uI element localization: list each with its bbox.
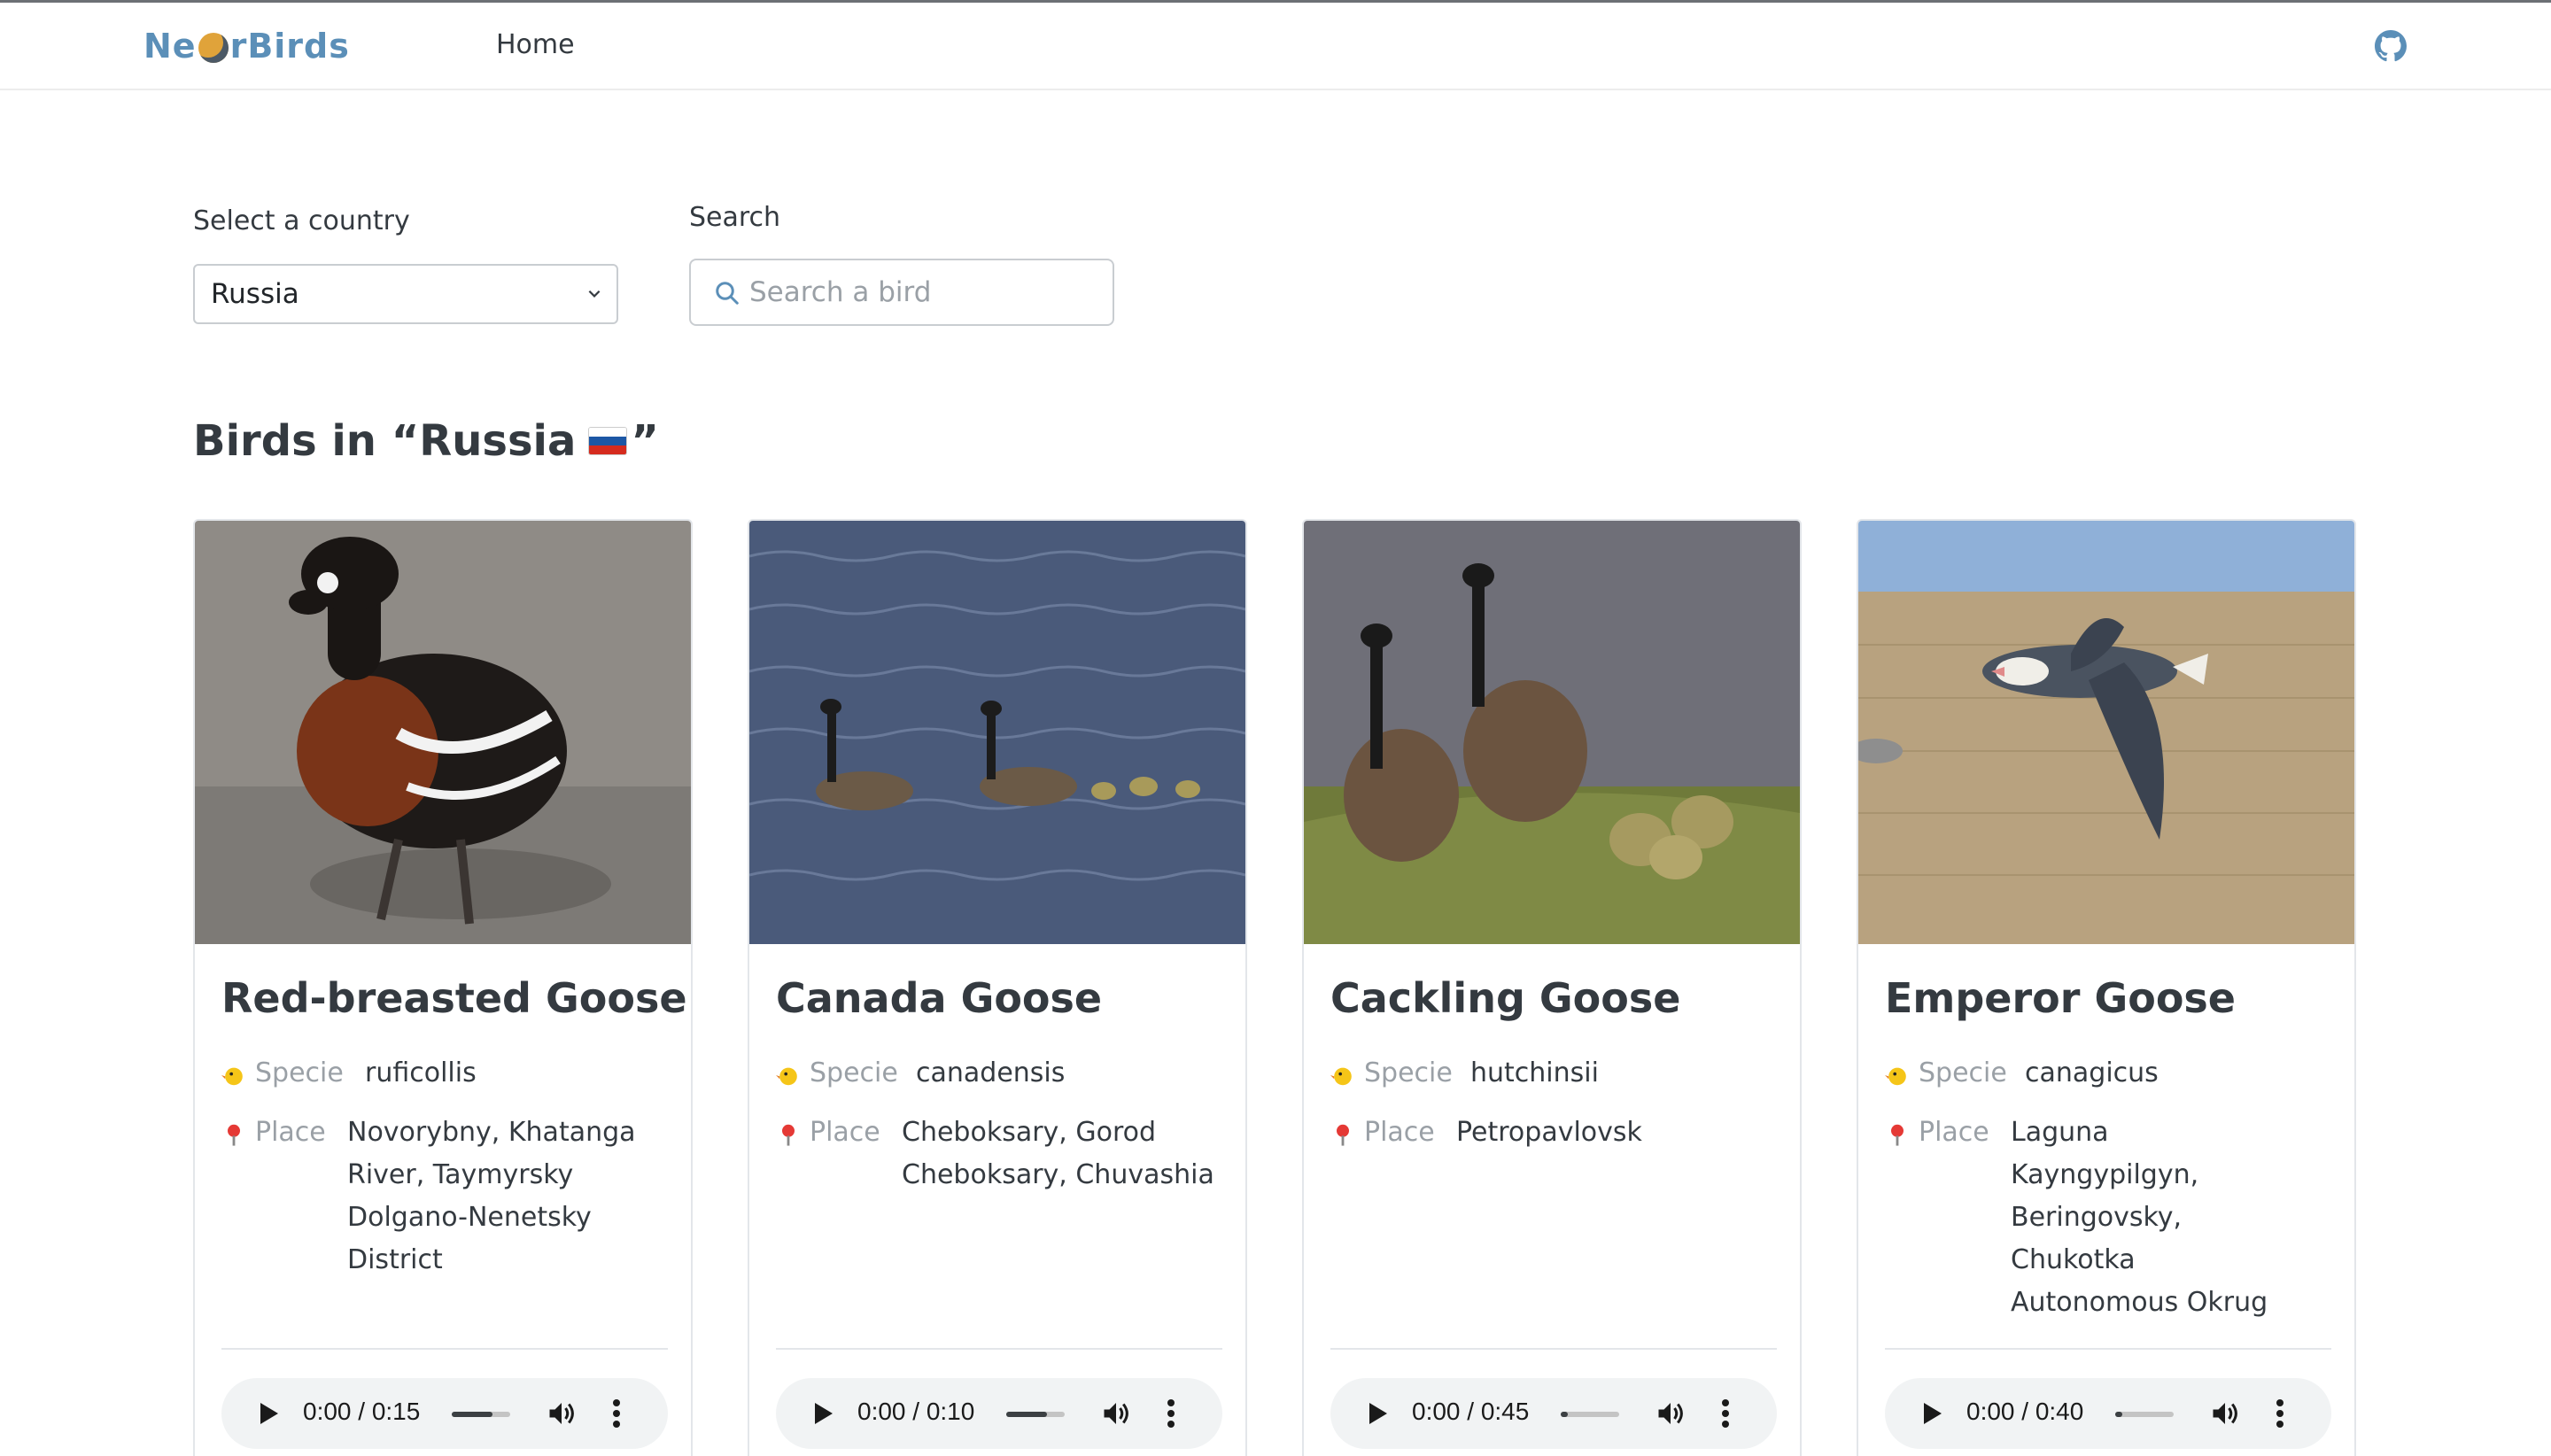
bird-name: Emperor Goose xyxy=(1885,974,2237,1022)
section-title-text: Birds in “Russia xyxy=(193,416,577,466)
logo-text-right: rBirds xyxy=(229,27,350,66)
place-row: Place Novorybny, Khatanga River, Taymyrs… xyxy=(221,1111,668,1282)
volume-slider[interactable] xyxy=(2115,1412,2174,1417)
bird-photo xyxy=(1858,521,2354,944)
bird-name: Cackling Goose xyxy=(1330,974,1681,1022)
chick-icon xyxy=(776,1067,797,1086)
place-value: Laguna Kayngypilgyn, Beringovsky, Chukot… xyxy=(2011,1117,2268,1318)
nav-home-link[interactable]: Home xyxy=(496,29,575,60)
volume-slider[interactable] xyxy=(1006,1412,1065,1417)
place-row: Place Laguna Kayngypilgyn, Beringovsky, … xyxy=(1885,1111,2331,1318)
volume-slider-fill xyxy=(1006,1412,1048,1417)
bird-photo xyxy=(195,521,691,944)
more-options-icon[interactable] xyxy=(2275,1398,2285,1429)
more-options-icon[interactable] xyxy=(1166,1398,1176,1429)
chick-icon xyxy=(221,1067,243,1086)
bird-photo xyxy=(1304,521,1800,944)
play-icon[interactable] xyxy=(259,1401,280,1426)
card-divider xyxy=(221,1348,668,1350)
specie-label: Specie xyxy=(1364,1057,1453,1088)
bird-photo xyxy=(749,521,1245,944)
specie-row: Specie canadensis xyxy=(776,1052,1222,1095)
specie-value: hutchinsii xyxy=(1470,1057,1599,1088)
volume-slider-fill xyxy=(1561,1412,1568,1417)
place-label: Place xyxy=(1919,1117,1989,1148)
specie-value: canadensis xyxy=(916,1057,1066,1088)
more-options-icon[interactable] xyxy=(611,1398,622,1429)
place-label: Place xyxy=(810,1117,880,1148)
specie-value: canagicus xyxy=(2025,1057,2159,1088)
chevron-down-icon xyxy=(588,290,601,298)
pin-icon xyxy=(228,1124,240,1146)
audio-player[interactable]: 0:00 / 0:10 xyxy=(776,1378,1222,1449)
pin-icon xyxy=(1337,1124,1349,1146)
logo-text-left: Ne xyxy=(143,27,197,66)
bird-logo-icon xyxy=(198,33,229,63)
github-icon[interactable] xyxy=(2375,30,2407,62)
bird-card: Canada Goose Specie canadensis Place Che… xyxy=(748,519,1247,1456)
place-value: Petropavlovsk xyxy=(1456,1117,1642,1148)
place-label: Place xyxy=(1364,1117,1435,1148)
place-value: Cheboksary, Gorod Cheboksary, Chuvashia xyxy=(902,1117,1214,1190)
specie-label: Specie xyxy=(255,1057,344,1088)
country-select-label: Select a country xyxy=(193,205,410,236)
volume-slider-fill xyxy=(452,1412,493,1417)
section-title-close-quote: ” xyxy=(631,416,659,466)
country-select-value: Russia xyxy=(211,278,299,310)
card-divider xyxy=(776,1348,1222,1350)
specie-label: Specie xyxy=(810,1057,898,1088)
section-title: Birds in “Russia ” xyxy=(193,416,659,466)
volume-icon[interactable] xyxy=(1100,1398,1132,1429)
specie-row: Specie canagicus xyxy=(1885,1052,2331,1095)
specie-row: Specie hutchinsii xyxy=(1330,1052,1777,1095)
specie-value: ruficollis xyxy=(365,1057,477,1088)
russia-flag-icon xyxy=(588,427,628,455)
search-icon xyxy=(716,282,739,305)
site-logo[interactable]: Ne rBirds xyxy=(143,24,350,68)
volume-icon[interactable] xyxy=(546,1398,578,1429)
volume-icon[interactable] xyxy=(1655,1398,1686,1429)
audio-time: 0:00 / 0:10 xyxy=(857,1398,975,1425)
bird-name: Red-breasted Goose xyxy=(221,974,687,1022)
place-value: Novorybny, Khatanga River, Taymyrsky Dol… xyxy=(347,1117,636,1275)
card-divider xyxy=(1330,1348,1777,1350)
bird-card: Red-breasted Goose Specie ruficollis Pla… xyxy=(193,519,693,1456)
audio-player[interactable]: 0:00 / 0:15 xyxy=(221,1378,668,1449)
card-divider xyxy=(1885,1348,2331,1350)
more-options-icon[interactable] xyxy=(1720,1398,1731,1429)
specie-label: Specie xyxy=(1919,1057,2007,1088)
audio-time: 0:00 / 0:45 xyxy=(1412,1398,1530,1425)
audio-player[interactable]: 0:00 / 0:45 xyxy=(1330,1378,1777,1449)
place-row: Place Cheboksary, Gorod Cheboksary, Chuv… xyxy=(776,1111,1222,1197)
volume-slider[interactable] xyxy=(452,1412,510,1417)
pin-icon xyxy=(1891,1124,1904,1146)
place-row: Place Petropavlovsk xyxy=(1330,1111,1777,1154)
search-input[interactable] xyxy=(749,260,1104,324)
bird-name: Canada Goose xyxy=(776,974,1103,1022)
place-label: Place xyxy=(255,1117,326,1148)
specie-row: Specie ruficollis xyxy=(221,1052,668,1095)
navbar: Ne rBirds Home xyxy=(0,3,2551,90)
audio-time: 0:00 / 0:40 xyxy=(1966,1398,2084,1425)
volume-slider-fill xyxy=(2115,1412,2122,1417)
bird-card: Emperor Goose Specie canagicus Place Lag… xyxy=(1857,519,2356,1456)
volume-slider[interactable] xyxy=(1561,1412,1619,1417)
chick-icon xyxy=(1330,1067,1352,1086)
audio-time: 0:00 / 0:15 xyxy=(303,1398,421,1425)
bird-card: Cackling Goose Specie hutchinsii Place P… xyxy=(1302,519,1802,1456)
search-field[interactable] xyxy=(689,259,1114,326)
audio-player[interactable]: 0:00 / 0:40 xyxy=(1885,1378,2331,1449)
chick-icon xyxy=(1885,1067,1906,1086)
pin-icon xyxy=(782,1124,795,1146)
country-select[interactable]: Russia xyxy=(193,264,618,324)
play-icon[interactable] xyxy=(1368,1401,1389,1426)
play-icon[interactable] xyxy=(813,1401,834,1426)
volume-icon[interactable] xyxy=(2209,1398,2241,1429)
search-label: Search xyxy=(689,202,781,233)
play-icon[interactable] xyxy=(1922,1401,1943,1426)
